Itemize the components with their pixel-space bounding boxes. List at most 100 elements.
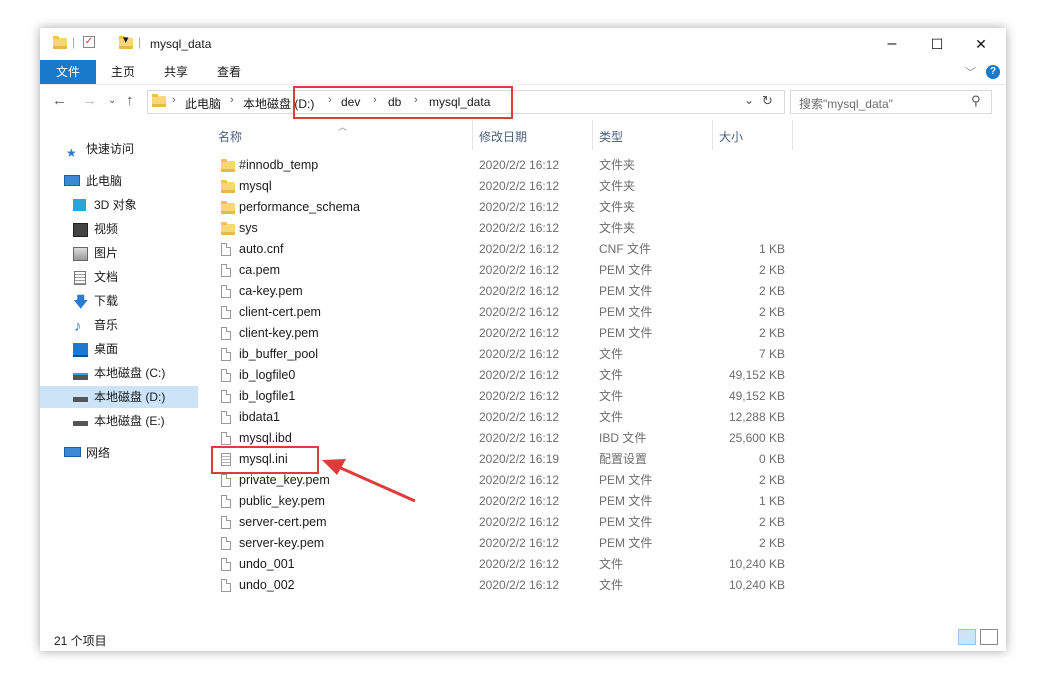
file-name: sys [239, 221, 258, 235]
file-name: ib_logfile1 [239, 389, 296, 403]
drive-icon [73, 421, 88, 426]
close-button[interactable]: ✕ [961, 32, 1001, 56]
file-date: 2020/2/2 16:12 [479, 347, 560, 361]
file-row[interactable]: client-cert.pem 2020/2/2 16:12 PEM 文件 2 KB [200, 302, 800, 323]
folder-icon [221, 159, 235, 172]
file-row[interactable]: performance_schema 2020/2/2 16:12 文件夹 [200, 197, 800, 218]
file-date: 2020/2/2 16:12 [479, 473, 560, 487]
search-input[interactable]: 搜索"mysql_data" [799, 95, 893, 112]
file-row[interactable]: undo_002 2020/2/2 16:12 文件 10,240 KB [200, 575, 800, 596]
column-divider[interactable] [592, 120, 593, 150]
file-row[interactable]: ib_buffer_pool 2020/2/2 16:12 文件 7 KB [200, 344, 800, 365]
file-type: 文件 [599, 347, 624, 361]
file-row[interactable]: ca-key.pem 2020/2/2 16:12 PEM 文件 2 KB [200, 281, 800, 302]
file-name: ca.pem [239, 263, 280, 277]
nav-item-network[interactable]: 网络 [40, 442, 198, 464]
nav-item-this-pc[interactable]: 此电脑 [40, 170, 198, 192]
file-icon [221, 495, 231, 508]
nav-item-downloads[interactable]: 🡇 下载 [40, 290, 198, 312]
file-row[interactable]: ca.pem 2020/2/2 16:12 PEM 文件 2 KB [200, 260, 800, 281]
up-arrow-icon[interactable]: ↑ [126, 92, 134, 109]
column-divider[interactable] [792, 120, 793, 150]
file-icon [221, 516, 231, 529]
search-box[interactable]: 搜索"mysql_data" ⚲ [790, 90, 992, 114]
help-icon[interactable]: ? [986, 65, 1000, 79]
column-header: ︿ 名称 修改日期 类型 大小 [200, 120, 800, 150]
refresh-icon[interactable]: ↻ [762, 93, 773, 109]
file-type: PEM 文件 [599, 473, 653, 487]
file-icon [221, 432, 231, 445]
file-date: 2020/2/2 16:12 [479, 221, 560, 235]
file-name: mysql [239, 179, 272, 193]
file-icon [221, 264, 231, 277]
file-type: PEM 文件 [599, 305, 653, 319]
details-view-icon[interactable] [958, 629, 976, 645]
breadcrumb-this-pc[interactable]: 此电脑 [185, 95, 221, 112]
sort-ascending-icon: ︿ [338, 122, 348, 132]
file-name: ib_logfile0 [239, 368, 296, 382]
nav-item-drive-d[interactable]: 本地磁盘 (D:) [40, 386, 198, 408]
tab-view[interactable]: 查看 [209, 60, 249, 84]
file-icon [221, 558, 231, 571]
search-icon[interactable]: ⚲ [971, 93, 981, 109]
address-history-icon[interactable]: ⌄ [744, 93, 754, 107]
column-divider[interactable] [472, 120, 473, 150]
file-date: 2020/2/2 16:12 [479, 389, 560, 403]
nav-item-drive-c[interactable]: 本地磁盘 (C:) [40, 362, 198, 384]
file-icon [221, 306, 231, 319]
file-row[interactable]: undo_001 2020/2/2 16:12 文件 10,240 KB [200, 554, 800, 575]
column-name[interactable]: 名称 [218, 128, 242, 145]
file-row[interactable]: sys 2020/2/2 16:12 文件夹 [200, 218, 800, 239]
forward-arrow-icon[interactable]: → [82, 92, 97, 109]
tab-share[interactable]: 共享 [156, 60, 196, 84]
file-row[interactable]: server-key.pem 2020/2/2 16:12 PEM 文件 2 KB [200, 533, 800, 554]
drive-icon [73, 397, 88, 402]
chevron-right-icon[interactable]: › [230, 94, 234, 106]
large-icons-view-icon[interactable] [980, 629, 998, 645]
nav-item-desktop[interactable]: 桌面 [40, 338, 198, 360]
customize-toolbar-icon[interactable]: ▾ [123, 33, 129, 49]
nav-item-videos[interactable]: 视频 [40, 218, 198, 240]
nav-item-music[interactable]: ♪ 音乐 [40, 314, 198, 336]
recent-locations-icon[interactable]: ⌄ [108, 95, 116, 106]
back-arrow-icon[interactable]: ← [52, 92, 67, 109]
chevron-right-icon[interactable]: › [172, 94, 176, 106]
column-divider[interactable] [712, 120, 713, 150]
file-row[interactable]: auto.cnf 2020/2/2 16:12 CNF 文件 1 KB [200, 239, 800, 260]
file-name: auto.cnf [239, 242, 284, 256]
file-size: 1 KB [758, 242, 785, 256]
file-row[interactable]: public_key.pem 2020/2/2 16:12 PEM 文件 1 KB [200, 491, 800, 512]
nav-item-documents[interactable]: 文档 [40, 266, 198, 288]
file-row[interactable]: client-key.pem 2020/2/2 16:12 PEM 文件 2 KB [200, 323, 800, 344]
file-row[interactable]: server-cert.pem 2020/2/2 16:12 PEM 文件 2 KB [200, 512, 800, 533]
nav-item-pictures[interactable]: 图片 [40, 242, 198, 264]
column-date[interactable]: 修改日期 [479, 128, 527, 145]
minimize-button[interactable]: – [872, 32, 912, 56]
properties-icon[interactable]: ✓ [83, 36, 95, 48]
file-icon [221, 243, 231, 256]
file-date: 2020/2/2 16:12 [479, 494, 560, 508]
file-icon [221, 411, 231, 424]
file-row[interactable]: ib_logfile0 2020/2/2 16:12 文件 49,152 KB [200, 365, 800, 386]
file-type: PEM 文件 [599, 494, 653, 508]
nav-item-drive-e[interactable]: 本地磁盘 (E:) [40, 410, 198, 432]
file-date: 2020/2/2 16:12 [479, 263, 560, 277]
video-icon [73, 223, 88, 237]
file-name: ca-key.pem [239, 284, 303, 298]
file-size: 2 KB [758, 326, 785, 340]
file-row[interactable]: ibdata1 2020/2/2 16:12 文件 12,288 KB [200, 407, 800, 428]
maximize-button[interactable]: ☐ [917, 32, 957, 56]
column-size[interactable]: 大小 [719, 128, 743, 145]
tab-home[interactable]: 主页 [103, 60, 143, 84]
column-type[interactable]: 类型 [599, 128, 623, 145]
file-name: undo_002 [239, 578, 295, 592]
nav-item-3d-objects[interactable]: 3D 对象 [40, 194, 198, 216]
file-row[interactable]: #innodb_temp 2020/2/2 16:12 文件夹 [200, 155, 800, 176]
nav-item-quick-access[interactable]: ★ 快速访问 [40, 138, 198, 160]
expand-ribbon-icon[interactable]: ﹀ [965, 64, 976, 80]
file-size: 49,152 KB [728, 368, 785, 382]
file-row[interactable]: mysql 2020/2/2 16:12 文件夹 [200, 176, 800, 197]
address-row: ← → ⌄ ↑ › 此电脑 › 本地磁盘 (D:) › dev › db › m… [40, 90, 1006, 114]
file-row[interactable]: ib_logfile1 2020/2/2 16:12 文件 49,152 KB [200, 386, 800, 407]
tab-file[interactable]: 文件 [40, 60, 96, 84]
